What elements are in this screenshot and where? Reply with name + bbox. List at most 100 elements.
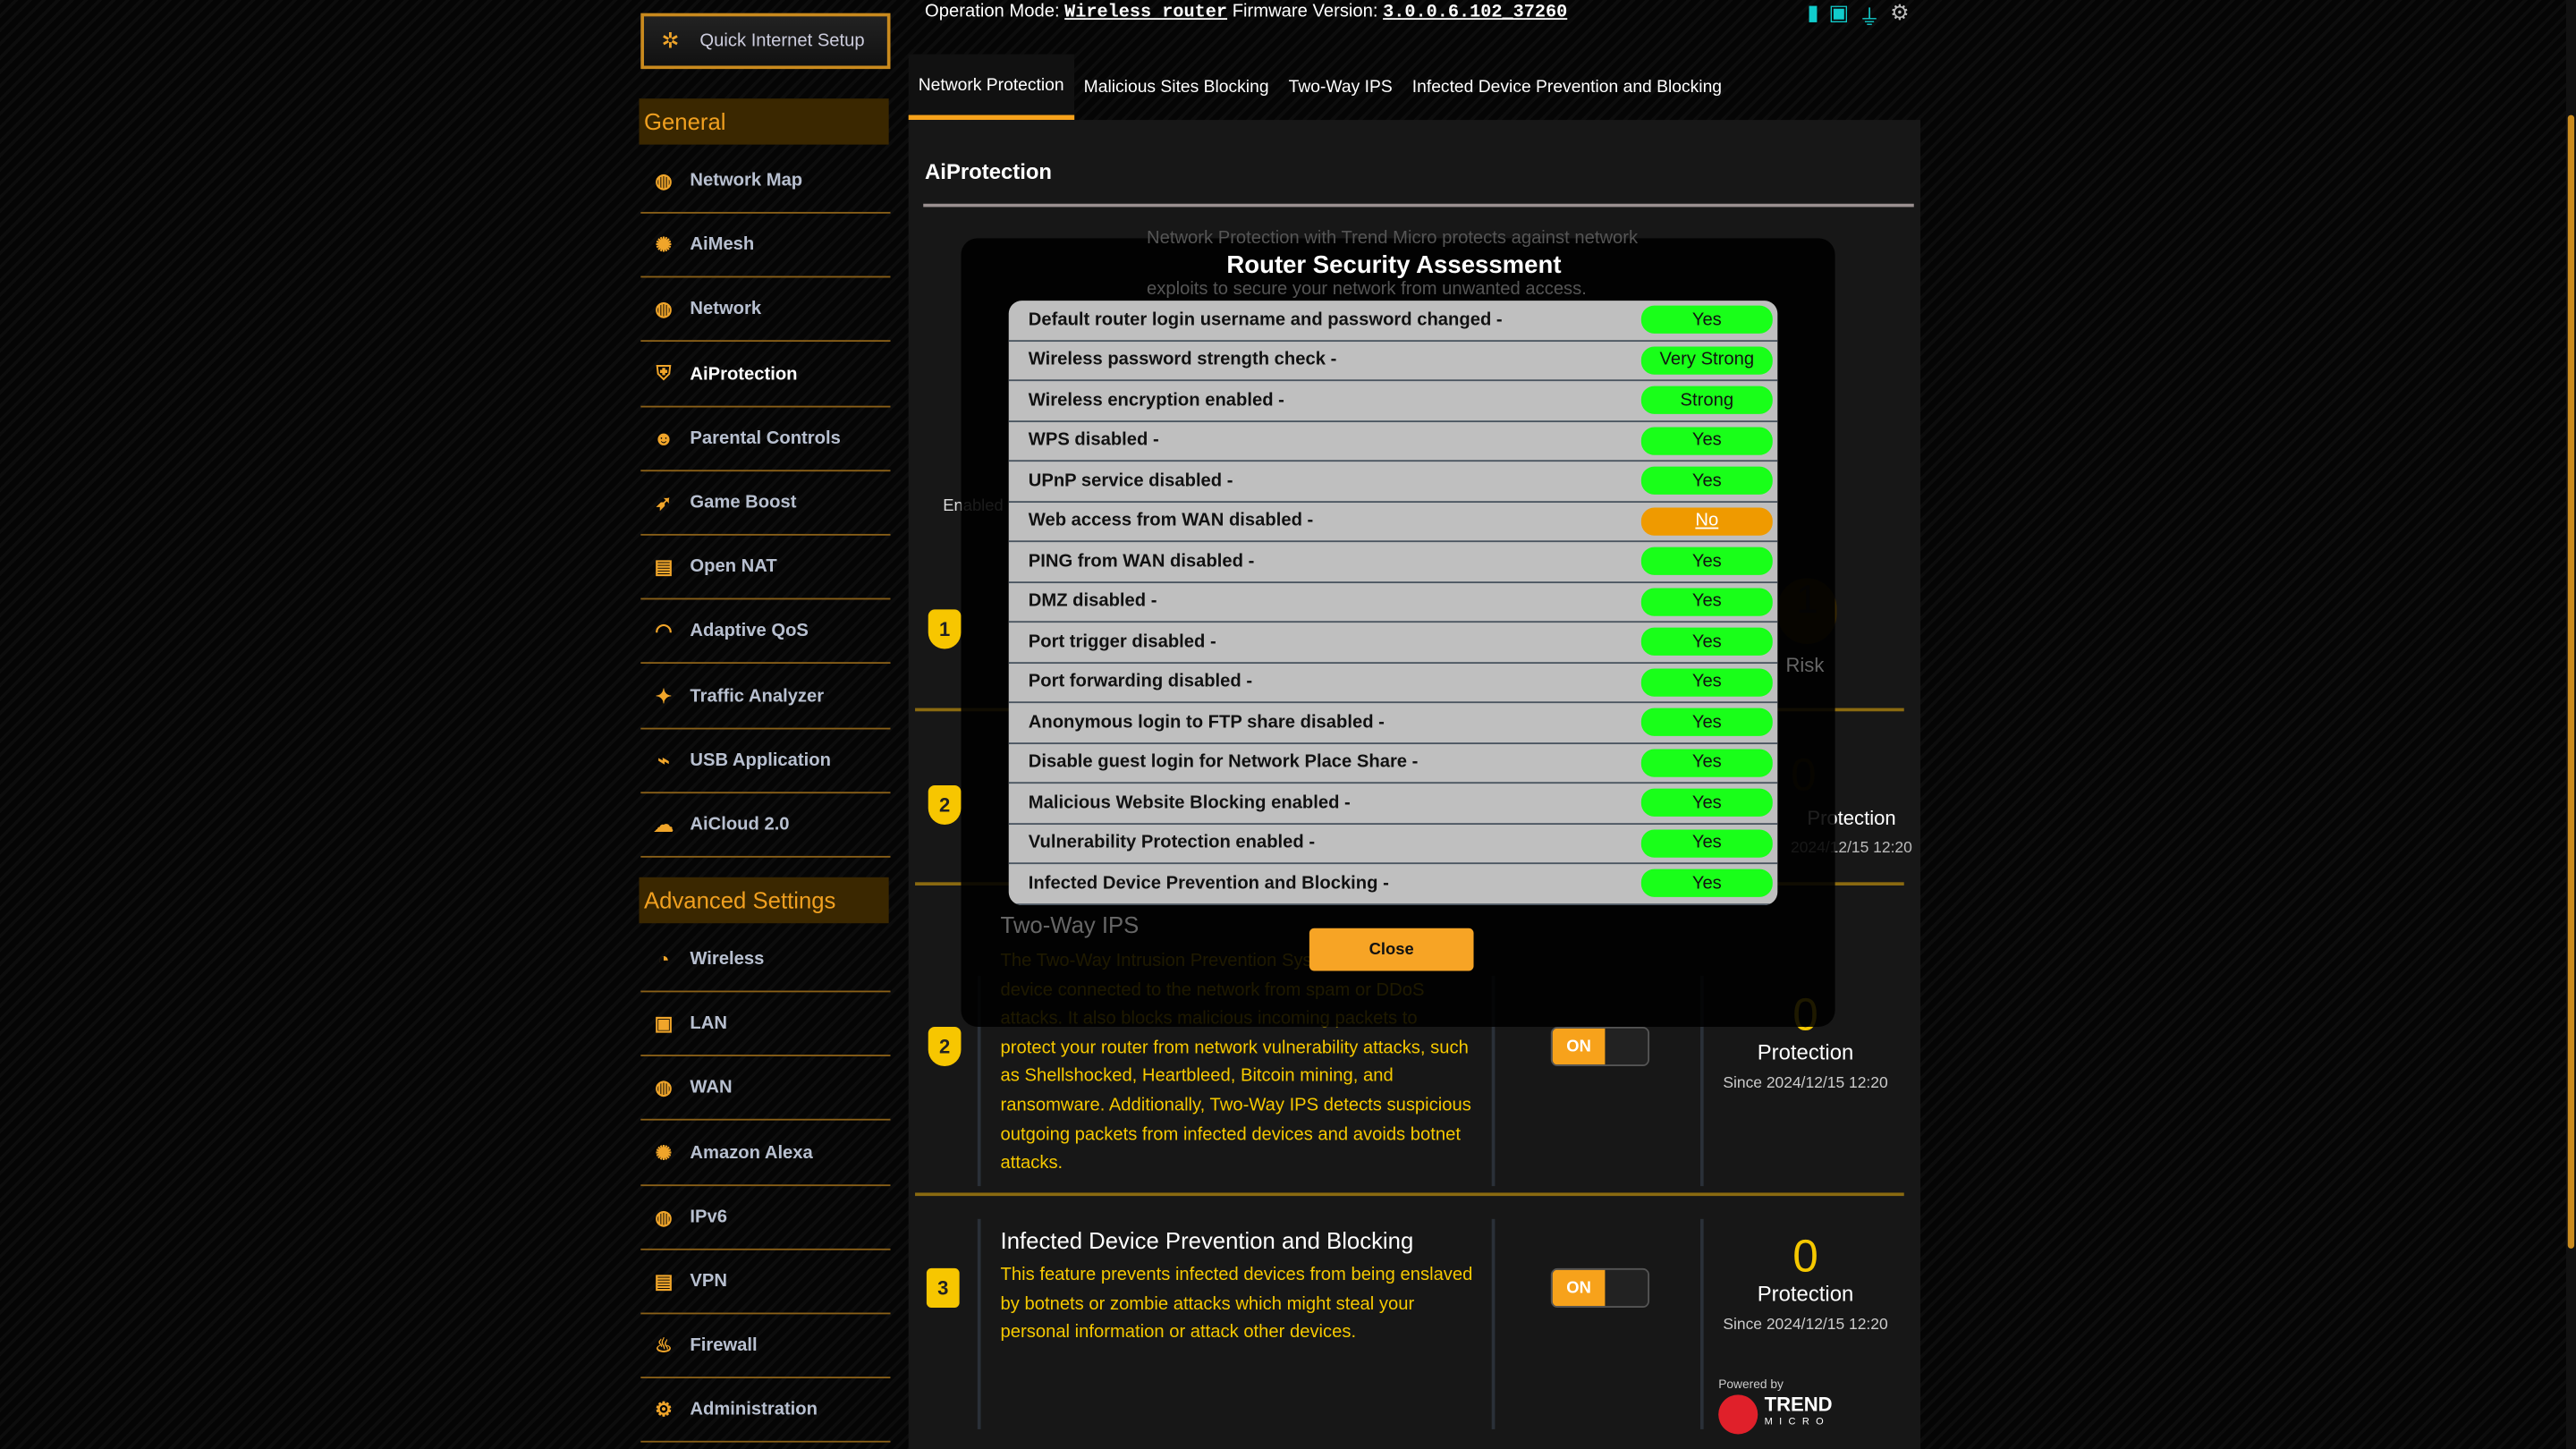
usb-icon: ⌁ (657, 749, 670, 772)
sidebar-item-firewall[interactable]: ♨ Firewall (640, 1315, 891, 1379)
globe-icon: ◍ (655, 1076, 673, 1100)
quick-setup-label: Quick Internet Setup (699, 30, 865, 51)
assessment-row: Wireless password strength check - Very S… (1008, 341, 1778, 382)
sidebar-item-wireless[interactable]: ◔ Wireless (640, 928, 891, 993)
assessment-row: UPnP service disabled - Yes (1008, 462, 1778, 503)
gear-icon[interactable]: ⚙ (1890, 0, 1909, 31)
tab-network-protection[interactable]: Network Protection (908, 54, 1074, 121)
scrollbar-thumb[interactable] (2567, 114, 2575, 1249)
sidebar-item-label: Network Map (690, 171, 803, 191)
ips-since: Since 2024/12/15 12:20 (1723, 1074, 1888, 1093)
operation-mode-bar: Operation Mode: Wireless router Firmware… (925, 2, 1567, 23)
assessment-row: PING from WAN disabled - Yes (1008, 542, 1778, 583)
tab-malicious-sites-blocking[interactable]: Malicious Sites Blocking (1074, 55, 1279, 120)
idp-stats: 0 Protection Since 2024/12/15 12:20 (1699, 1232, 1912, 1335)
assessment-row: Wireless encryption enabled - Strong (1008, 381, 1778, 422)
assessment-label: Disable guest login for Network Place Sh… (1028, 752, 1419, 773)
tab-bar: Network Protection Malicious Sites Block… (908, 54, 1732, 121)
assessment-value: Yes (1640, 869, 1773, 898)
section-divider (915, 1192, 1904, 1197)
general-heading: General (639, 98, 889, 145)
sidebar-item-network[interactable]: ◍ Network (640, 278, 891, 343)
toggle-on-label: ON (1552, 1028, 1606, 1065)
vpn-icon: ▤ (654, 1269, 674, 1293)
intro-line: Network Protection with Trend Micro prot… (1147, 228, 1639, 249)
sidebar-item-label: Wireless (690, 949, 765, 970)
assessment-label: DMZ disabled - (1028, 591, 1157, 612)
assessment-value: Yes (1640, 668, 1773, 697)
tab-two-way-ips[interactable]: Two-Way IPS (1279, 55, 1402, 120)
assessment-value: Yes (1640, 789, 1773, 818)
sidebar-item-traffic-analyzer[interactable]: ✦ Traffic Analyzer (640, 665, 891, 729)
assessment-value[interactable]: No (1640, 507, 1773, 536)
idp-description: This feature prevents infected devices f… (1000, 1265, 1473, 1343)
sidebar-item-amazon-alexa[interactable]: ✺ Amazon Alexa (640, 1122, 891, 1186)
sidebar-item-label: AiProtection (690, 364, 798, 385)
assessment-label: Infected Device Prevention and Blocking … (1028, 873, 1389, 894)
firmware-link[interactable]: 3.0.0.6.102_37260 (1383, 4, 1567, 23)
sidebar-item-wan[interactable]: ◍ WAN (640, 1057, 891, 1122)
assessment-value: Yes (1640, 749, 1773, 777)
toggle-knob (1605, 1028, 1648, 1065)
sidebar-item-vpn[interactable]: ▤ VPN (640, 1250, 891, 1315)
quick-internet-setup-button[interactable]: ✲ Quick Internet Setup (640, 13, 891, 70)
ipv6-icon: ◍ (655, 1205, 673, 1229)
sidebar-item-label: Adaptive QoS (690, 621, 809, 642)
ips-toggle[interactable]: ON (1550, 1026, 1650, 1067)
sidebar-item-label: IPv6 (690, 1207, 727, 1227)
sidebar-item-aimesh[interactable]: ✺ AiMesh (640, 214, 891, 278)
badge-1: 1 (928, 609, 962, 649)
sidebar-item-lan[interactable]: ▣ LAN (640, 993, 891, 1057)
sidebar-item-label: LAN (690, 1013, 727, 1034)
wizard-icon: ✲ (661, 28, 680, 53)
sidebar-item-aiprotection[interactable]: ⛨ AiProtection (640, 343, 891, 407)
usb-status-icon[interactable]: ⏚ (1859, 0, 1880, 31)
assessment-label: Port forwarding disabled - (1028, 672, 1253, 692)
sidebar-item-parental-controls[interactable]: ☻ Parental Controls (640, 407, 891, 471)
assessment-value: Yes (1640, 467, 1773, 496)
advanced-settings-heading: Advanced Settings (639, 877, 889, 924)
sidebar-item-label: Administration (690, 1400, 818, 1420)
close-button[interactable]: Close (1309, 928, 1474, 971)
tab-infected-device-prevention[interactable]: Infected Device Prevention and Blocking (1402, 55, 1732, 120)
assessment-row: WPS disabled - Yes (1008, 421, 1778, 462)
assessment-row: DMZ disabled - Yes (1008, 582, 1778, 623)
devices-icon[interactable]: ▣ (1829, 0, 1850, 31)
assessment-value: Yes (1640, 588, 1773, 616)
sidebar-item-usb-application[interactable]: ⌁ USB Application (640, 729, 891, 793)
sidebar-item-adaptive-qos[interactable]: ◠ Adaptive QoS (640, 600, 891, 665)
sidebar-item-label: VPN (690, 1271, 727, 1292)
sidebar-item-label: Game Boost (690, 493, 797, 513)
assessment-label: UPnP service disabled - (1028, 470, 1233, 491)
sidebar-item-aicloud-2-0[interactable]: ☁ AiCloud 2.0 (640, 793, 891, 858)
sidebar-item-open-nat[interactable]: ▤ Open NAT (640, 536, 891, 600)
globe-pin-icon: ◍ (655, 169, 673, 192)
mobile-icon[interactable]: ▮ (1807, 0, 1818, 31)
badge-3: 3 (926, 1267, 960, 1309)
nat-icon: ▤ (654, 555, 674, 579)
assessment-row: Disable guest login for Network Place Sh… (1008, 743, 1778, 784)
page-scrollbar[interactable] (2565, 0, 2576, 1449)
sidebar-item-label: WAN (690, 1078, 733, 1098)
assessment-value: Strong (1640, 386, 1773, 415)
operation-mode-link[interactable]: Wireless router (1064, 4, 1227, 23)
lan-icon: ▣ (654, 1012, 674, 1036)
sidebar-item-game-boost[interactable]: ➶ Game Boost (640, 471, 891, 536)
idp-toggle[interactable]: ON (1550, 1267, 1650, 1309)
toggle-knob (1605, 1269, 1648, 1307)
assessment-value: Yes (1640, 708, 1773, 737)
sidebar-item-label: Network (690, 299, 762, 320)
family-icon: ☻ (653, 427, 674, 450)
sidebar-item-administration[interactable]: ⚙ Administration (640, 1379, 891, 1444)
assessment-value: Yes (1640, 427, 1773, 455)
assessment-label: Port trigger disabled - (1028, 631, 1216, 652)
modal-title: Router Security Assessment (1226, 251, 1562, 280)
sidebar-item-ipv6[interactable]: ◍ IPv6 (640, 1186, 891, 1250)
cloud-icon: ☁ (654, 813, 674, 836)
firewall-icon: ♨ (655, 1334, 673, 1358)
idp-protection-label: Protection (1757, 1281, 1854, 1307)
sidebar-item-network-map[interactable]: ◍ Network Map (640, 149, 891, 214)
assessment-label: Wireless password strength check - (1028, 350, 1337, 370)
divider (977, 1218, 981, 1429)
analyzer-icon: ✦ (655, 684, 673, 708)
